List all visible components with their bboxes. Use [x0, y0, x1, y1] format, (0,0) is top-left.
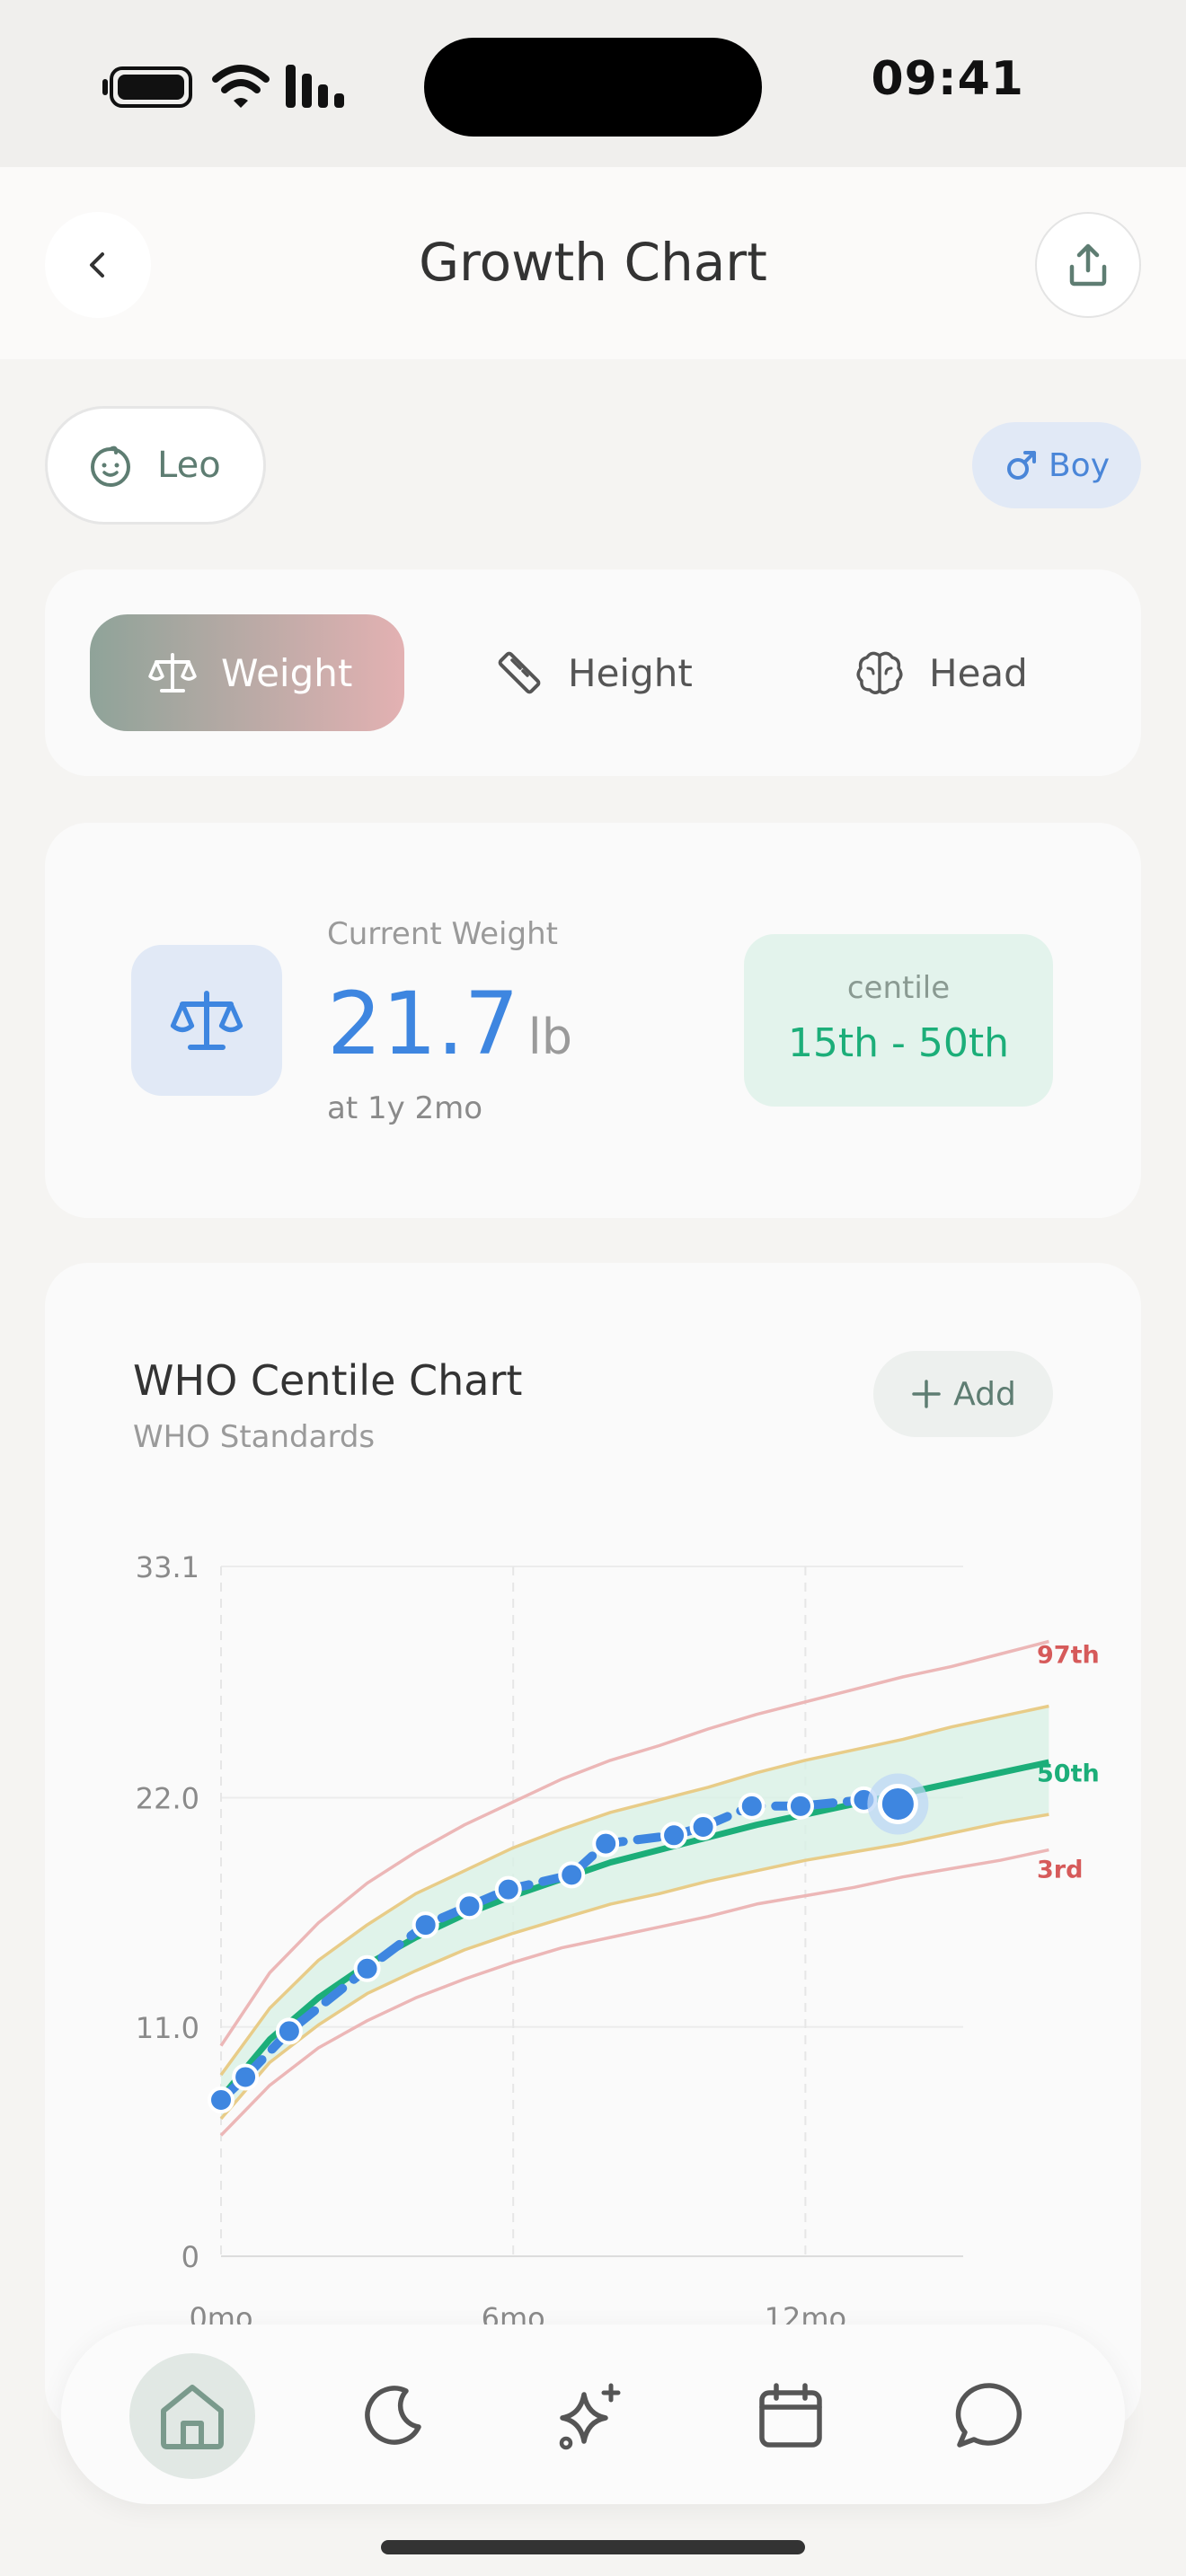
- tab-height[interactable]: Height: [494, 614, 728, 731]
- centile-label: 50th: [1037, 1760, 1100, 1787]
- chart-subtitle: WHO Standards: [133, 1419, 376, 1455]
- add-button-label: Add: [953, 1375, 1016, 1413]
- share-button[interactable]: [1035, 212, 1141, 318]
- measurement-point: [456, 1892, 483, 1920]
- centile-range: 15th - 50th: [787, 1020, 1010, 1066]
- chart-title: WHO Centile Chart: [133, 1356, 523, 1405]
- centile-badge: centile 15th - 50th: [744, 934, 1053, 1107]
- measurement-point: [275, 2017, 303, 2045]
- measurement-point: [494, 1875, 522, 1903]
- current-weight-age: at 1y 2mo: [327, 1090, 483, 1126]
- measurement-point: [208, 2086, 235, 2113]
- centile-band: [221, 1706, 1049, 2119]
- page-title: Growth Chart: [419, 232, 767, 293]
- centile-chart-card: 0 11.0 22.0 33.1 0mo 6mo 12mo 97th 50th 3rd WHO C…: [45, 1263, 1141, 2430]
- status-time: 09:41: [871, 52, 1024, 106]
- tab-weight[interactable]: Weight: [90, 614, 404, 731]
- y-tick-label: 22.0: [136, 1782, 199, 1816]
- measurement-point: [786, 1792, 814, 1820]
- gender-label: Boy: [1048, 446, 1111, 484]
- current-weight-label: Current Weight: [327, 916, 558, 952]
- add-measurement-button[interactable]: Add: [873, 1351, 1053, 1437]
- child-selector[interactable]: Leo: [45, 406, 266, 525]
- child-name: Leo: [157, 445, 221, 486]
- nav-calendar[interactable]: [728, 2353, 854, 2479]
- y-tick-label: 33.1: [136, 1550, 199, 1584]
- tab-head[interactable]: Head: [854, 614, 1069, 731]
- plus-icon: [912, 1380, 941, 1408]
- centile-label: 97th: [1037, 1641, 1100, 1669]
- measurement-point: [232, 2063, 260, 2091]
- measurement-point: [412, 1911, 439, 1939]
- battery-icon: [110, 66, 192, 108]
- calendar-icon: [759, 2383, 822, 2448]
- current-weight-unit: lb: [527, 1009, 573, 1065]
- weight-icon-box: [131, 945, 282, 1096]
- scale-icon: [170, 991, 243, 1050]
- measurement-tabs: Weight Height Head: [45, 569, 1141, 776]
- header: Growth Chart: [0, 167, 1186, 359]
- measurement-point: [353, 1954, 381, 1982]
- tab-weight-label: Weight: [221, 650, 353, 695]
- battery-tip: [102, 79, 108, 95]
- brain-icon: [856, 651, 903, 694]
- home-indicator: [381, 2540, 805, 2554]
- moon-icon: [365, 2386, 421, 2445]
- gender-badge: Boy: [972, 422, 1141, 508]
- nav-insights[interactable]: [528, 2353, 654, 2479]
- status-bar: 09:41: [0, 0, 1186, 167]
- bottom-nav: [61, 2325, 1125, 2504]
- y-tick-label: 0: [181, 2240, 199, 2274]
- ruler-icon: [498, 651, 541, 694]
- baby-face-icon: [91, 446, 130, 487]
- chat-bubble-icon: [955, 2383, 1022, 2448]
- measurement-point: [592, 1830, 620, 1857]
- tab-head-label: Head: [929, 650, 1028, 695]
- wifi-icon: [212, 65, 270, 108]
- sparkles-icon: [559, 2383, 621, 2450]
- measurement-point: [689, 1813, 717, 1841]
- current-weight-card: Current Weight 21.7 lb at 1y 2mo centile …: [45, 823, 1141, 1218]
- measurement-point: [738, 1792, 766, 1820]
- measurement-point: [558, 1861, 586, 1889]
- home-icon: [161, 2385, 224, 2449]
- nav-home[interactable]: [129, 2353, 255, 2479]
- nav-chat[interactable]: [927, 2353, 1053, 2479]
- measurement-point-latest: [877, 1784, 918, 1825]
- current-weight-value: 21.7: [327, 974, 519, 1074]
- cellular-signal-icon: [286, 65, 344, 108]
- share-icon: [1069, 243, 1107, 287]
- dynamic-island: [424, 38, 762, 137]
- centile-label: centile: [846, 970, 951, 1006]
- measurement-point: [660, 1822, 688, 1849]
- scale-icon: [148, 653, 197, 693]
- male-symbol-icon: [1006, 451, 1036, 480]
- nav-sleep[interactable]: [329, 2353, 455, 2479]
- tab-height-label: Height: [568, 650, 693, 695]
- centile-label: 3rd: [1037, 1856, 1083, 1883]
- y-tick-label: 11.0: [136, 2011, 199, 2045]
- current-weight-value-group: 21.7 lb: [327, 974, 572, 1074]
